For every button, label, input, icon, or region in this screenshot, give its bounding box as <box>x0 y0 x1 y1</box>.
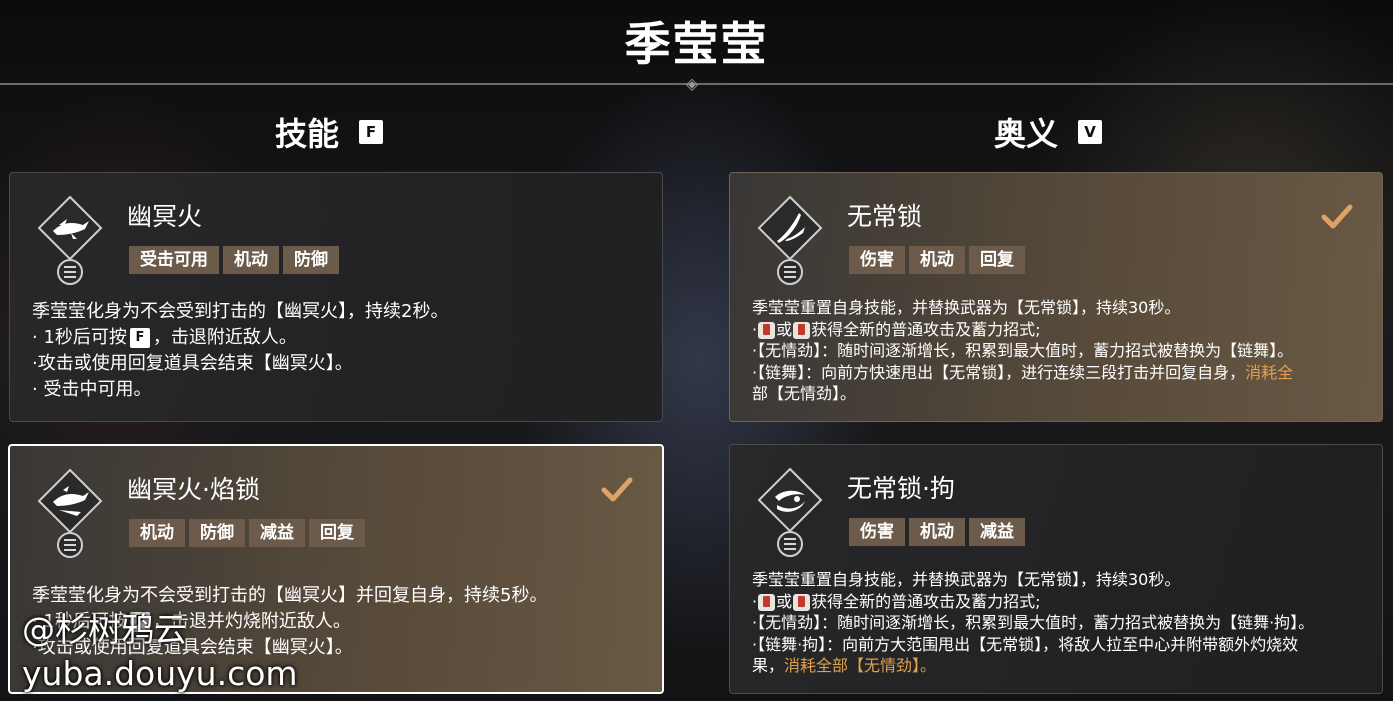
diamond-ornament-icon: ◈ <box>685 74 699 93</box>
ultimate-column-title: 奥义 <box>994 115 1059 153</box>
desc-text: ，击退附近敌人。 <box>152 327 297 348</box>
detail-menu-icon[interactable] <box>57 532 83 558</box>
tag: 防御 <box>283 246 339 274</box>
ultimate-card-wuchangsuo[interactable]: 无常锁 伤害 机动 回复 季莹莹重置自身技能，并替换武器为【无常锁】，持续30秒… <box>729 172 1383 422</box>
tag: 机动 <box>223 246 279 274</box>
tag: 机动 <box>909 518 965 546</box>
desc-line-highlight: 部【无情劲】。 <box>752 384 857 403</box>
chain-sickle-icon <box>757 467 823 533</box>
blade-icon <box>757 195 823 261</box>
tag: 防御 <box>189 519 245 547</box>
tag: 机动 <box>909 246 965 274</box>
detail-menu-icon[interactable] <box>777 531 803 557</box>
desc-text: 或 <box>776 591 793 611</box>
ghost-dash-chain-icon <box>37 468 103 534</box>
tag: 回复 <box>969 246 1025 274</box>
desc-line: 季莹莹重置自身技能，并替换武器为【无常锁】，持续30秒。 <box>752 298 1181 317</box>
desc-line: ·【链舞·拘】：向前方大范围甩出【无常锁】，将敌人拉至中心并附带额外灼烧效 <box>752 634 1299 654</box>
ultimate-column-header: 奥义 V <box>994 110 1103 154</box>
skill-icon-wrap <box>32 195 108 285</box>
desc-line: 季莹莹化身为不会受到打击的【幽冥火】，持续2秒。 <box>32 301 449 322</box>
desc-text: · <box>752 591 758 611</box>
desc-line: 季莹莹重置自身技能，并替换武器为【无常锁】，持续30秒。 <box>752 570 1181 589</box>
desc-line: · 或获得全新的普通攻击及蓄力招式; <box>752 319 1366 341</box>
desc-text: · <box>752 319 758 339</box>
ghost-dash-icon <box>37 195 103 261</box>
ultimate-tags: 伤害 机动 减益 <box>849 518 1025 546</box>
skill-key-badge: F <box>359 120 384 144</box>
desc-text: 果， <box>752 656 785 675</box>
header: 季莹莹 ◈ <box>0 0 1393 93</box>
skill-column-title: 技能 <box>275 115 340 153</box>
selected-check-icon <box>1321 204 1353 229</box>
tag: 受击可用 <box>129 246 219 274</box>
desc-text: 获得全新的普通攻击及蓄力招式; <box>811 319 1041 339</box>
tag: 减益 <box>969 518 1025 546</box>
desc-highlight: 消耗全 <box>1245 362 1294 382</box>
ultimate-tags: 伤害 机动 回复 <box>849 246 1025 274</box>
desc-line: 季莹莹化身为不会受到打击的【幽冥火】并回复自身，持续5秒。 <box>32 585 548 606</box>
ultimate-name: 无常锁·拘 <box>847 474 955 503</box>
skill-tags: 机动 防御 减益 回复 <box>129 519 365 547</box>
selected-check-icon <box>601 477 633 502</box>
desc-text: ·【链舞】：向前方快速甩出【无常锁】，进行连续三段打击并回复自身， <box>752 362 1246 382</box>
tag: 机动 <box>129 519 185 547</box>
heavy-attack-icon <box>793 593 811 611</box>
skill-description: 季莹莹化身为不会受到打击的【幽冥火】，持续2秒。 · 1秒后可按 F ，击退附近敌人… <box>32 299 646 403</box>
desc-text: 或 <box>776 319 793 339</box>
f-key-icon: F <box>129 328 150 348</box>
ultimate-icon-wrap <box>752 467 828 557</box>
desc-highlight: 消耗全部【无情劲】。 <box>784 656 937 675</box>
watermark-site: yuba.douyu.com <box>22 654 298 693</box>
skill-card-youminghuo[interactable]: 幽冥火 受击可用 机动 防御 季莹莹化身为不会受到打击的【幽冥火】，持续2秒。 … <box>9 172 663 422</box>
detail-menu-icon[interactable] <box>777 259 803 285</box>
desc-line: 果，消耗全部【无情劲】。 <box>752 655 1366 677</box>
skill-name: 幽冥火 <box>127 202 203 231</box>
skill-icon-wrap <box>32 468 108 558</box>
ultimate-name: 无常锁 <box>847 202 923 231</box>
desc-line: · 1秒后可按 F ，击退附近敌人。 <box>32 325 646 351</box>
light-attack-icon <box>758 593 776 611</box>
tag: 回复 <box>309 519 365 547</box>
skill-column-header: 技能 F <box>275 110 384 154</box>
watermark-author: @杉树鸦云 <box>22 610 187 649</box>
ultimate-key-badge: V <box>1078 120 1103 144</box>
ultimate-description: 季莹莹重置自身技能，并替换武器为【无常锁】，持续30秒。 · 或获得全新的普通攻击… <box>752 297 1366 405</box>
desc-line: ·攻击或使用回复道具会结束【幽冥火】。 <box>32 353 353 374</box>
desc-line: ·【无情劲】：随时间逐渐增长，积累到最大值时，蓄力招式被替换为【链舞·拘】。 <box>752 613 1315 632</box>
skill-tags: 受击可用 机动 防御 <box>129 246 339 274</box>
desc-text: · 1秒后可按 <box>32 327 127 348</box>
detail-menu-icon[interactable] <box>57 259 83 285</box>
desc-line: · 或获得全新的普通攻击及蓄力招式; <box>752 591 1366 613</box>
light-attack-icon <box>758 321 776 339</box>
ultimate-description: 季莹莹重置自身技能，并替换武器为【无常锁】，持续30秒。 · 或获得全新的普通攻击… <box>752 569 1366 677</box>
character-name: 季莹莹 <box>624 17 769 71</box>
tag: 减益 <box>249 519 305 547</box>
watermark: @杉树鸦云 yuba.douyu.com <box>22 608 298 696</box>
desc-text: 获得全新的普通攻击及蓄力招式; <box>811 591 1041 611</box>
tag: 伤害 <box>849 518 905 546</box>
desc-line: ·【无情劲】：随时间逐渐增长，积累到最大值时，蓄力招式被替换为【链舞】。 <box>752 341 1294 360</box>
heavy-attack-icon <box>793 321 811 339</box>
tag: 伤害 <box>849 246 905 274</box>
desc-line-highlight: · 受击中可用。 <box>32 379 152 400</box>
ultimate-icon-wrap <box>752 195 828 285</box>
desc-line: ·【链舞】：向前方快速甩出【无常锁】，进行连续三段打击并回复自身，消耗全 <box>752 362 1366 384</box>
ultimate-card-wuchangsuo-ju[interactable]: 无常锁·拘 伤害 机动 减益 季莹莹重置自身技能，并替换武器为【无常锁】，持续3… <box>729 444 1383 694</box>
skill-name: 幽冥火·焰锁 <box>127 475 260 504</box>
